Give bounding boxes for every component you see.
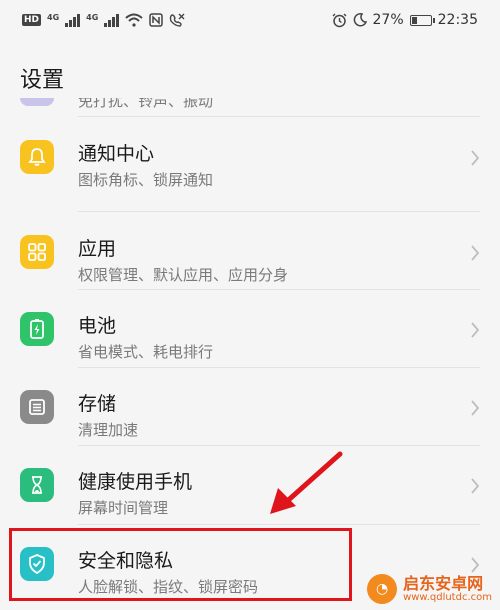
chevron-right-icon	[471, 557, 480, 573]
chevron-right-icon	[471, 245, 480, 261]
watermark: ◔ 启东安卓网 www.qdlutdc.com	[367, 574, 492, 604]
chevron-right-icon	[471, 322, 480, 338]
sound-icon	[20, 98, 54, 106]
item-subtitle: 权限管理、默认应用、应用分身	[78, 266, 289, 284]
item-subtitle: 图标角标、锁屏通知	[78, 171, 214, 189]
partial-item-subtitle: 免打扰、铃声、振动	[78, 98, 214, 110]
alarm-icon	[332, 13, 347, 27]
settings-item-apps[interactable]: 应用 权限管理、默认应用、应用分身	[0, 213, 500, 291]
item-title: 存储	[78, 393, 117, 415]
battery-icon	[409, 14, 435, 26]
apps-grid-icon	[20, 235, 54, 269]
clock: 22:35	[437, 12, 478, 28]
hd-badge: HD	[22, 14, 42, 26]
divider	[78, 116, 480, 117]
watermark-url: www.qdlutdc.com	[403, 592, 492, 604]
highlight-box	[9, 528, 352, 601]
chevron-right-icon	[471, 150, 480, 166]
status-left: HD 4G 4G	[22, 13, 185, 27]
chevron-right-icon	[471, 478, 480, 494]
divider	[78, 211, 480, 212]
page-title: 设置	[20, 68, 65, 93]
watermark-name: 启东安卓网	[403, 573, 484, 593]
item-title: 通知中心	[78, 143, 155, 165]
network-label-1: 4G	[47, 13, 60, 22]
network-label-2: 4G	[86, 13, 99, 22]
item-subtitle: 清理加速	[78, 421, 139, 439]
battery-percent: 27%	[372, 12, 404, 28]
settings-item-notification-center[interactable]: 通知中心 图标角标、锁屏通知	[0, 118, 500, 196]
watermark-text: 启东安卓网 www.qdlutdc.com	[403, 575, 492, 604]
status-bar: HD 4G 4G 27% 22:35	[0, 0, 500, 40]
battery-icon	[20, 312, 54, 346]
chevron-right-icon	[471, 400, 480, 416]
watermark-logo-icon: ◔	[367, 574, 398, 604]
status-right: 27% 22:35	[332, 12, 478, 28]
signal-icon	[65, 13, 81, 27]
nfc-icon	[149, 13, 164, 27]
item-title: 电池	[78, 315, 117, 337]
item-title: 应用	[78, 238, 117, 260]
wifi-icon	[125, 13, 143, 27]
settings-item-storage[interactable]: 存储 清理加速	[0, 368, 500, 446]
item-subtitle: 屏幕时间管理	[78, 499, 169, 517]
settings-item-battery[interactable]: 电池 省电模式、耗电排行	[0, 290, 500, 368]
item-subtitle: 省电模式、耗电排行	[78, 343, 214, 361]
moon-icon	[353, 13, 367, 27]
item-title: 健康使用手机	[78, 471, 193, 493]
storage-icon	[20, 390, 54, 424]
bell-icon	[20, 140, 54, 174]
annotation-arrow-icon	[270, 451, 343, 514]
settings-item-digital-balance[interactable]: 健康使用手机 屏幕时间管理	[0, 446, 500, 524]
signal-icon-2	[104, 13, 120, 27]
hourglass-icon	[20, 468, 54, 502]
call-icon	[170, 13, 185, 27]
